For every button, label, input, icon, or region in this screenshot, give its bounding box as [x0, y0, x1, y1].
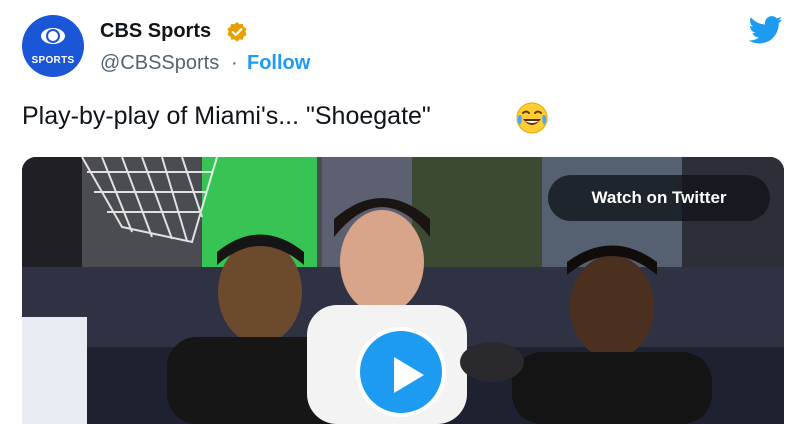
account-handle[interactable]: @CBSSports: [100, 52, 219, 75]
face-with-tears-of-joy-icon: [516, 102, 548, 134]
account-name[interactable]: CBS Sports: [100, 20, 211, 43]
separator-dot: ·: [231, 52, 238, 74]
avatar[interactable]: SPORTS: [22, 15, 84, 77]
avatar-label: SPORTS: [31, 55, 75, 66]
video-thumbnail[interactable]: Watch on Twitter: [22, 157, 784, 424]
play-icon: [394, 357, 424, 393]
watch-on-twitter-button[interactable]: Watch on Twitter: [548, 175, 770, 221]
follow-button[interactable]: Follow: [247, 52, 310, 75]
tweet-text: Play-by-play of Miami's... "Shoegate": [22, 102, 431, 130]
play-button[interactable]: [356, 327, 446, 417]
verified-badge-icon: [227, 22, 247, 42]
cbs-eye-logo-icon: [41, 28, 65, 44]
twitter-bird-icon[interactable]: [749, 16, 783, 44]
